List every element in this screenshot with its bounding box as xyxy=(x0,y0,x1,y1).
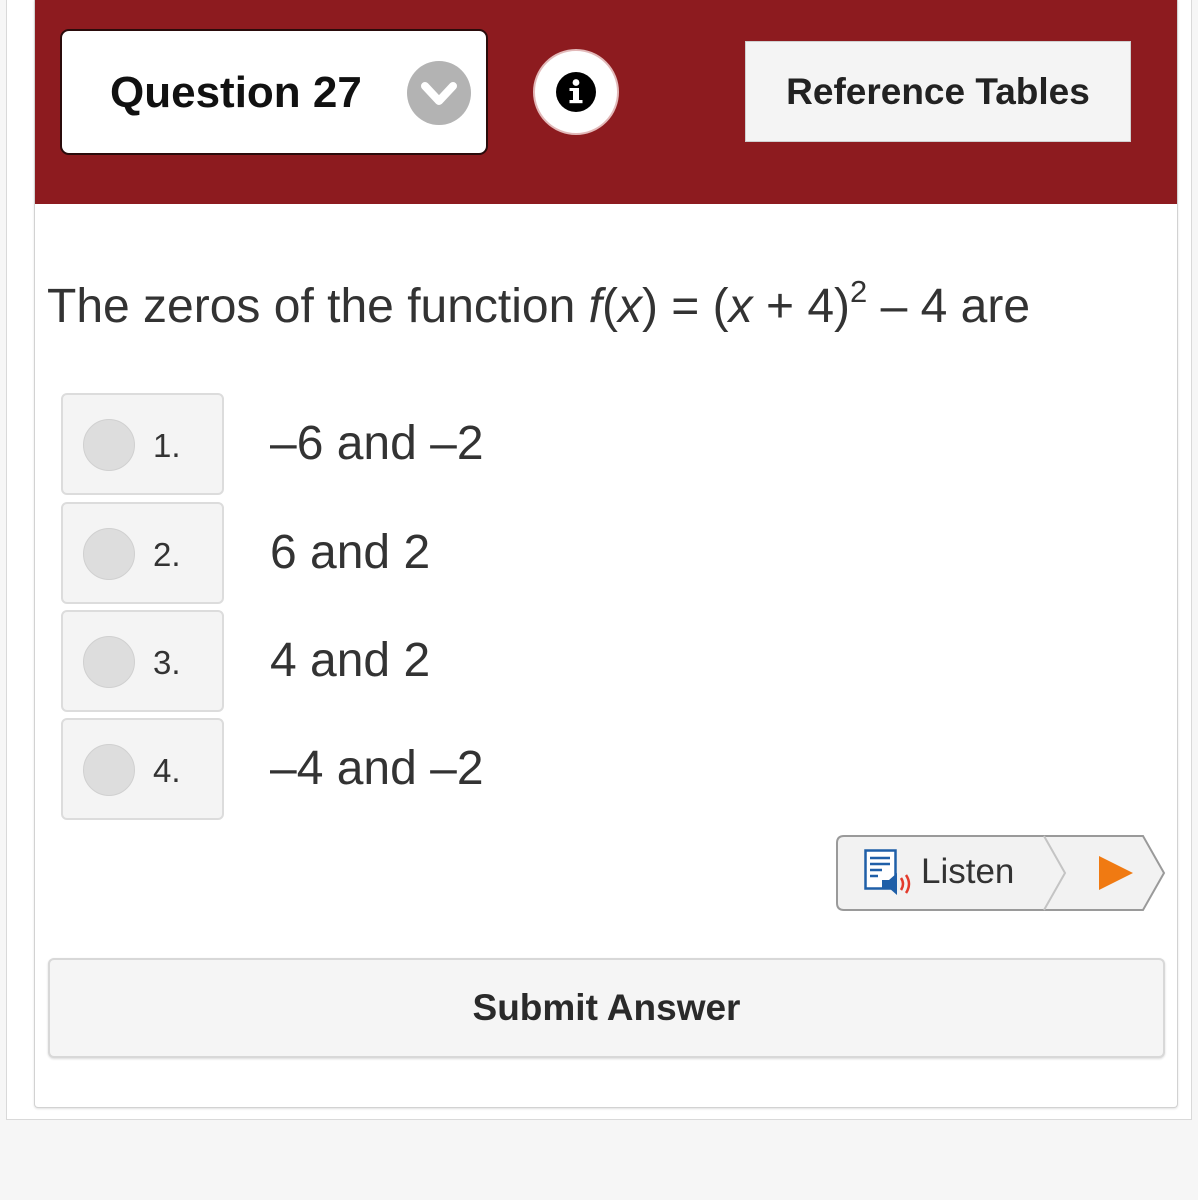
answer-radio-1[interactable]: 1. xyxy=(61,393,224,495)
answer-radio-2[interactable]: 2. xyxy=(61,502,224,604)
expression-variable: x xyxy=(728,280,753,333)
play-button[interactable] xyxy=(1046,835,1164,911)
listen-label: Listen xyxy=(921,852,1015,891)
function-name: f xyxy=(588,280,602,333)
option-number: 4. xyxy=(153,752,181,789)
exponent: 2 xyxy=(850,274,868,309)
reference-tables-button[interactable]: Reference Tables xyxy=(745,41,1131,142)
option-text: –6 and –2 xyxy=(270,417,484,470)
listen-button[interactable]: Listen xyxy=(836,835,1044,911)
expression-rest: + 4) xyxy=(752,280,851,333)
chevron-down-icon xyxy=(407,61,471,125)
option-text: –4 and –2 xyxy=(270,742,484,795)
radio-circle xyxy=(83,744,135,796)
question-number-label: Question 27 xyxy=(110,68,362,117)
answer-option-3: 3. 4 and 2 xyxy=(61,610,1151,712)
info-button[interactable] xyxy=(533,49,619,135)
answer-option-4: 4. –4 and –2 xyxy=(61,718,1151,820)
function-paren-open: ( xyxy=(601,280,618,333)
listen-widget: Listen xyxy=(836,835,1166,911)
option-number: 3. xyxy=(153,644,181,681)
answer-option-2: 2. 6 and 2 xyxy=(61,502,1151,604)
option-text: 4 and 2 xyxy=(270,634,431,687)
answer-option-1: 1. –6 and –2 xyxy=(61,393,1151,495)
function-variable: x xyxy=(617,280,642,333)
answer-radio-4[interactable]: 4. xyxy=(61,718,224,820)
option-number: 1. xyxy=(153,427,181,464)
info-icon xyxy=(556,72,596,112)
option-text: 6 and 2 xyxy=(270,526,431,579)
radio-circle xyxy=(83,419,135,471)
question-selector-dropdown[interactable]: Question 27 xyxy=(60,29,488,155)
submit-answer-button[interactable]: Submit Answer xyxy=(48,958,1165,1058)
question-prefix: The zeros of the function xyxy=(47,280,589,333)
question-header: Question 27 Reference Tables xyxy=(35,0,1177,204)
option-number: 2. xyxy=(153,536,181,573)
question-prompt: The zeros of the function f(x) = (x + 4)… xyxy=(47,276,1030,338)
function-paren-close: ) = ( xyxy=(641,280,729,333)
answer-radio-3[interactable]: 3. xyxy=(61,610,224,712)
question-suffix: – 4 are xyxy=(867,280,1031,333)
radio-circle xyxy=(83,636,135,688)
speaker-icon xyxy=(864,849,911,895)
radio-circle xyxy=(83,528,135,580)
question-card: Question 27 Reference Tables The zeros o… xyxy=(34,0,1178,1108)
play-icon xyxy=(1099,856,1133,890)
